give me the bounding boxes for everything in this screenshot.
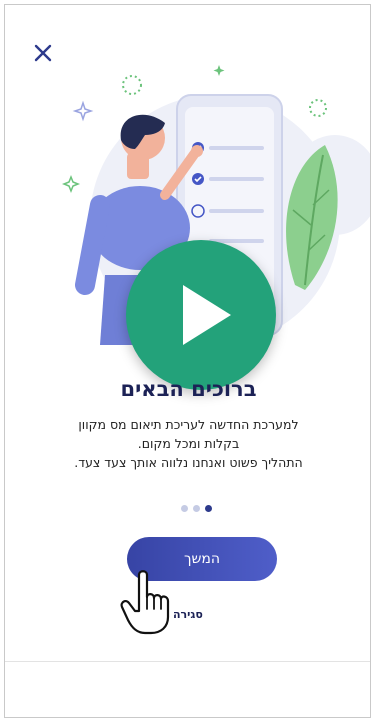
description-line: התהליך פשוט ואנחנו נלווה אותך צעד צעד.: [74, 455, 303, 470]
welcome-description: למערכת החדשה לעריכת תיאום מס מקוון בקלות…: [25, 415, 352, 472]
description-line: למערכת החדשה לעריכת תיאום מס מקוון: [78, 417, 299, 432]
pagination-dots: [181, 505, 212, 512]
pagination-dot[interactable]: [181, 505, 188, 512]
play-icon: [183, 285, 231, 345]
continue-button[interactable]: המשך: [127, 537, 277, 581]
onboarding-dialog: ברוכים הבאים למערכת החדשה לעריכת תיאום מ…: [4, 4, 371, 718]
play-video-button[interactable]: [126, 240, 276, 390]
divider: [5, 661, 370, 662]
close-link[interactable]: סגירה: [173, 608, 203, 621]
pagination-dot-active[interactable]: [205, 505, 212, 512]
pagination-dot[interactable]: [193, 505, 200, 512]
description-line: בקלות ומכל מקום.: [137, 436, 240, 451]
page-title: ברוכים הבאים: [120, 377, 257, 401]
